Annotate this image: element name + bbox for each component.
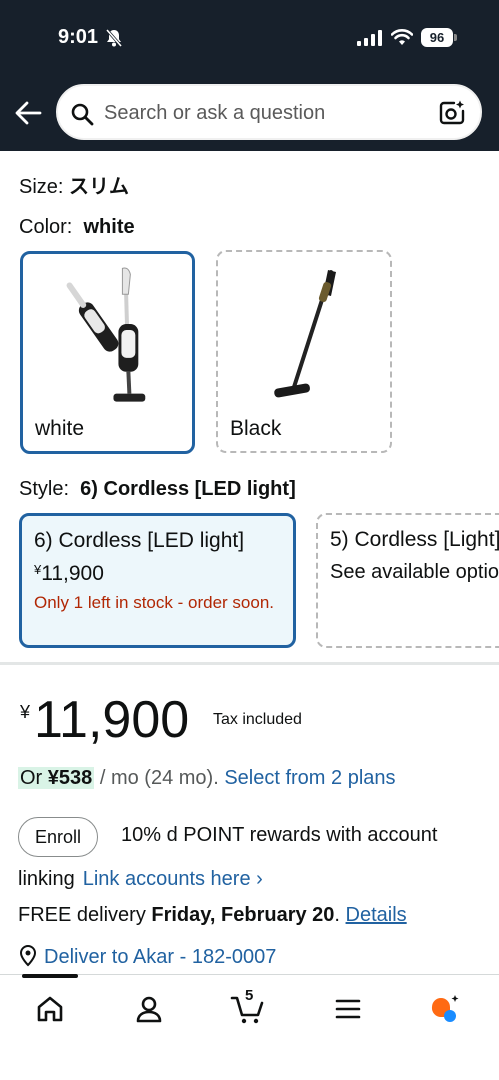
cart-button[interactable]: 5: [230, 987, 264, 1025]
price-currency: ¥: [20, 702, 31, 722]
style-option-price: ¥11,900: [34, 562, 104, 586]
enroll-button[interactable]: Enroll: [18, 817, 98, 857]
top-header: 9:01 96: [0, 0, 499, 151]
color-option-label: Black: [230, 417, 282, 440]
section-divider: [0, 662, 499, 665]
style-option-amount: 11,900: [41, 562, 104, 585]
size-value: スリム: [69, 176, 130, 198]
installment-amount: ¥538: [47, 767, 93, 789]
installment-plans-link[interactable]: Select from 2 plans: [224, 767, 395, 789]
delivery-prefix: FREE delivery: [18, 904, 152, 926]
style-row: Style: 6) Cordless [LED light]: [19, 478, 296, 501]
search-bar[interactable]: [56, 84, 482, 140]
active-tab-indicator: [22, 974, 78, 978]
menu-icon[interactable]: [332, 993, 364, 1025]
home-icon[interactable]: [34, 993, 66, 1025]
size-label: Size:: [19, 176, 64, 198]
black-vacuum-image: [274, 270, 336, 398]
size-row: Size: スリム: [19, 170, 129, 199]
search-input[interactable]: [104, 98, 424, 128]
installment-suffix: / mo (24 mo).: [94, 767, 225, 789]
color-option-label: white: [35, 417, 85, 440]
delivery-row: FREE delivery Friday, February 20. Detai…: [18, 904, 407, 927]
delivery-sep: .: [334, 904, 346, 926]
white-vacuum-image: [66, 267, 146, 402]
cart-count: 5: [245, 987, 254, 1004]
price-amount: 11,900: [34, 691, 190, 749]
style-option-light[interactable]: 5) Cordless [Light] See available option…: [316, 513, 499, 648]
installment-row: Or ¥538 / mo (24 mo). Select from 2 plan…: [18, 767, 396, 790]
installment-prefix: Or: [20, 767, 48, 789]
back-arrow-icon[interactable]: [14, 100, 42, 126]
deliver-to-link[interactable]: Deliver to Akar - 182-0007: [44, 946, 276, 968]
rewards-text-continued: linking: [18, 868, 75, 890]
stock-warning: Only 1 left in stock - order soon.: [34, 593, 274, 612]
style-option-title: 5) Cordless [Light]: [330, 528, 499, 551]
account-icon[interactable]: [133, 993, 165, 1025]
battery-nub: [454, 34, 457, 41]
bottom-navigation: 5: [0, 974, 499, 1080]
cellular-signal-icon: [357, 30, 382, 46]
tax-note: Tax included: [213, 711, 302, 728]
delivery-date: Friday, February 20: [151, 904, 335, 926]
style-label: Style:: [19, 478, 70, 500]
camera-search-icon[interactable]: [438, 99, 466, 127]
deliver-to-row[interactable]: Deliver to Akar - 182-0007: [18, 945, 276, 969]
style-option-subtitle: See available options: [330, 561, 499, 583]
battery-indicator: 96: [421, 28, 457, 47]
status-time: 9:01: [58, 26, 99, 48]
color-row: Color: white: [19, 216, 135, 239]
location-pin-icon: [19, 945, 37, 967]
wifi-icon: [391, 29, 413, 45]
rewards-linking-row: linking Link accounts here ›: [18, 868, 263, 891]
installment-highlight: Or ¥538: [18, 767, 95, 789]
rewards-text: 10% d POINT rewards with account: [121, 824, 438, 846]
color-option-white[interactable]: white: [20, 251, 195, 454]
search-icon[interactable]: [70, 102, 94, 126]
style-option-led-light[interactable]: 6) Cordless [LED light] ¥11,900 Only 1 l…: [19, 513, 296, 648]
style-value: 6) Cordless [LED light]: [80, 478, 296, 500]
link-accounts-link[interactable]: Link accounts here ›: [83, 868, 263, 890]
style-option-title: 6) Cordless [LED light]: [34, 529, 245, 552]
color-label: Color:: [19, 216, 73, 238]
color-option-black[interactable]: Black: [216, 250, 392, 453]
rufus-assistant-icon[interactable]: [428, 993, 460, 1025]
bell-muted-icon: [105, 29, 123, 47]
battery-level: 96: [421, 28, 453, 47]
delivery-details-link[interactable]: Details: [346, 904, 407, 926]
color-value: white: [83, 216, 135, 238]
